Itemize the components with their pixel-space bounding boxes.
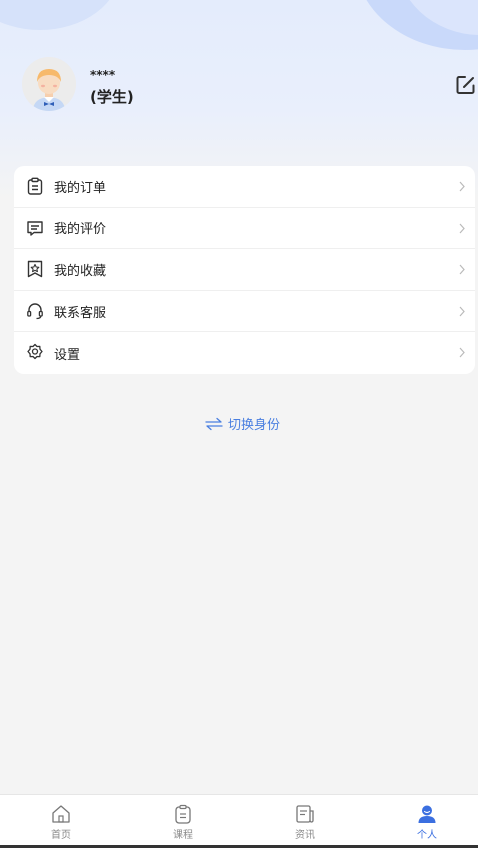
profile-name: **** — [90, 68, 116, 82]
gear-icon — [27, 344, 43, 360]
menu-item-favorites[interactable]: 我的收藏 — [14, 249, 475, 291]
tab-label: 资讯 — [295, 830, 315, 841]
tab-news[interactable]: 资讯 — [265, 795, 345, 845]
chevron-right-icon — [459, 223, 465, 233]
menu-item-label: 我的评价 — [54, 222, 107, 238]
chevron-right-icon — [459, 347, 465, 358]
tab-home[interactable]: 首页 — [21, 795, 101, 845]
edit-profile-button[interactable] — [455, 74, 477, 96]
swap-icon — [205, 417, 223, 430]
menu-list: 我的订单 我的评价 我的收藏 联系客服 设置 — [14, 166, 475, 374]
tab-profile[interactable]: 个人 — [387, 795, 467, 845]
profile-role: (学生) — [90, 88, 134, 106]
chevron-right-icon — [459, 181, 465, 192]
person-icon — [418, 805, 436, 823]
menu-item-reviews[interactable]: 我的评价 — [14, 208, 475, 250]
avatar[interactable] — [22, 57, 76, 111]
menu-item-label: 我的订单 — [54, 180, 107, 196]
tab-label: 课程 — [173, 830, 193, 841]
chevron-right-icon — [459, 306, 465, 317]
edit-icon — [456, 76, 475, 94]
switch-role-button[interactable]: 切换身份 — [205, 414, 280, 433]
home-icon — [52, 805, 70, 823]
menu-item-label: 联系客服 — [54, 305, 107, 321]
bookmark-star-icon — [27, 260, 43, 278]
news-icon — [296, 805, 314, 823]
comment-icon — [27, 220, 43, 236]
menu-item-label: 我的收藏 — [54, 263, 107, 279]
menu-item-customer-service[interactable]: 联系客服 — [14, 291, 475, 333]
avatar-illustration — [22, 57, 76, 111]
chevron-right-icon — [459, 264, 465, 275]
tab-label: 个人 — [417, 830, 437, 841]
tab-course[interactable]: 课程 — [143, 795, 223, 845]
clipboard-icon — [27, 177, 43, 195]
headset-icon — [27, 303, 43, 319]
switch-role-label: 切换身份 — [228, 418, 281, 433]
menu-item-label: 设置 — [54, 347, 81, 363]
menu-item-orders[interactable]: 我的订单 — [14, 166, 475, 208]
header-decoration — [0, 0, 120, 30]
tab-label: 首页 — [51, 830, 71, 841]
bottom-edge-line — [0, 845, 478, 848]
menu-item-settings[interactable]: 设置 — [14, 332, 475, 374]
course-icon — [175, 804, 191, 824]
bottom-tab-bar: 首页 课程 资讯 个人 — [0, 794, 478, 850]
